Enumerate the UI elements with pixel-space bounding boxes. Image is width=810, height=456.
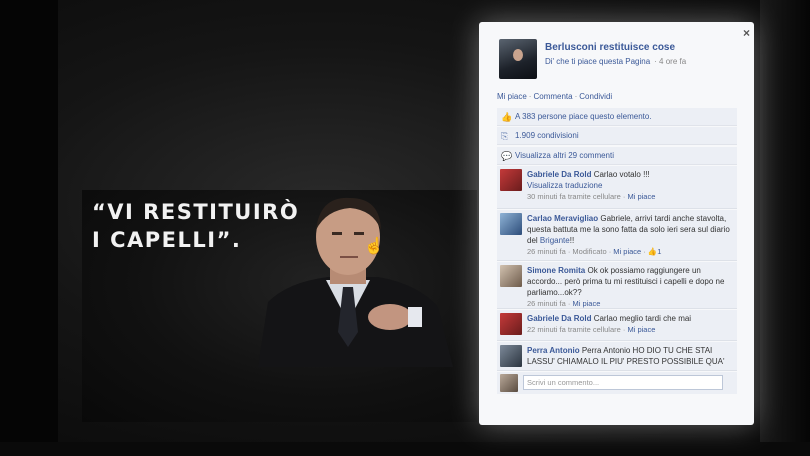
like-action[interactable]: Mi piace: [497, 92, 527, 101]
monitor-bezel-right: [760, 0, 810, 456]
commenter-avatar[interactable]: [500, 265, 522, 287]
shares-text: 1.909 condivisioni: [515, 131, 579, 140]
comment-text-end: !!: [569, 236, 575, 245]
comment-like-count-value: 1: [657, 247, 662, 256]
cursor-hand-icon: ☝: [364, 238, 384, 255]
post-time: · 4 ore fa: [654, 57, 687, 66]
monitor-screen: “VI RESTITUIRÒ I CAPELLI”. ☝ × Berluscon…: [0, 0, 810, 456]
comment-time: 26 minuti fa · Modificato ·: [527, 247, 612, 256]
more-comments-text: Visualizza altri 29 commenti: [515, 151, 615, 160]
mention-link[interactable]: Brigante: [540, 236, 570, 245]
like-page-link[interactable]: Di' che ti piace questa Pagina: [545, 57, 650, 66]
comment-time: 30 minuti fa tramite cellulare: [527, 192, 621, 201]
write-comment-row: Scrivi un commento...: [497, 372, 737, 394]
comment-like-count[interactable]: 👍1: [648, 247, 662, 256]
likes-summary[interactable]: 👍 A 383 persone piace questo elemento.: [497, 108, 737, 126]
comment-body: Carlao Meravigliao Gabriele, arrivi tard…: [527, 213, 732, 257]
comment-meta: 26 minuti fa · Mi piace: [527, 299, 600, 308]
commenter-avatar[interactable]: [500, 313, 522, 335]
more-comments-link[interactable]: 💬 Visualizza altri 29 commenti: [497, 147, 737, 165]
comment-meta: 26 minuti fa · Modificato · Mi piace · 👍…: [527, 247, 662, 256]
comment-time: 26 minuti fa ·: [527, 299, 571, 308]
monitor-bezel-bottom: [0, 442, 810, 456]
comment-text: Carlao meglio tardi che mai: [593, 314, 692, 323]
comment-body: Simone Romita Ok ok possiamo raggiungere…: [527, 265, 732, 309]
comment-item: Simone Romita Ok ok possiamo raggiungere…: [497, 262, 737, 309]
comment-like-link[interactable]: Mi piace: [627, 192, 655, 201]
comment-body: Gabriele Da Rold Carlao votalo !!! Visua…: [527, 169, 732, 202]
monitor-bezel-left: [0, 0, 58, 456]
comment-meta: 22 minuti fa tramite cellulare · Mi piac…: [527, 325, 655, 334]
comment-item: Gabriele Da Rold Carlao meglio tardi che…: [497, 310, 737, 341]
comment-icon: 💬: [501, 151, 513, 161]
comment-like-link[interactable]: Mi piace: [627, 325, 655, 334]
comment-text: Carlao votalo !!!: [593, 170, 650, 179]
comment-meta: 30 minuti fa tramite cellulare · Mi piac…: [527, 192, 656, 201]
comment-time: 22 minuti fa tramite cellulare ·: [527, 325, 626, 334]
commenter-avatar[interactable]: [500, 169, 522, 191]
like-page-row: Di' che ti piace questa Pagina · 4 ore fa: [545, 57, 686, 66]
comment-item: Perra Antonio Perra Antonio HO DIO TU CH…: [497, 342, 737, 371]
commenter-name[interactable]: Carlao Meravigliao: [527, 214, 598, 223]
comment-body: Gabriele Da Rold Carlao meglio tardi che…: [527, 313, 732, 335]
commenter-name[interactable]: Gabriele Da Rold: [527, 170, 591, 179]
likes-text: A 383 persone piace questo elemento.: [515, 112, 652, 121]
post-actions: Mi piace · Commenta · Condividi: [497, 92, 613, 101]
commenter-name[interactable]: Perra Antonio: [527, 346, 580, 355]
thumbs-up-icon: 👍: [501, 112, 513, 122]
share-icon: ⎘: [501, 131, 509, 141]
comment-like-link[interactable]: Mi piace: [613, 247, 641, 256]
page-header: Berlusconi restituisce cose Di' che ti p…: [499, 39, 739, 83]
thumbs-up-icon: 👍: [647, 247, 658, 256]
close-icon[interactable]: ×: [743, 26, 750, 40]
translate-link[interactable]: Visualizza traduzione: [527, 181, 602, 190]
share-action[interactable]: Condividi: [579, 92, 612, 101]
comment-body: Perra Antonio Perra Antonio HO DIO TU CH…: [527, 345, 732, 367]
facebook-post-popup: × Berlusconi restituisce cose Di' che ti…: [479, 22, 754, 425]
comment-item: Carlao Meravigliao Gabriele, arrivi tard…: [497, 210, 737, 261]
comment-action[interactable]: Commenta: [533, 92, 572, 101]
comment-item: Gabriele Da Rold Carlao votalo !!! Visua…: [497, 166, 737, 209]
page-avatar[interactable]: [499, 39, 537, 79]
shares-summary[interactable]: ⎘ 1.909 condivisioni: [497, 127, 737, 145]
comment-like-link[interactable]: Mi piace: [572, 299, 600, 308]
commenter-avatar[interactable]: [500, 345, 522, 367]
commenter-name[interactable]: Simone Romita: [527, 266, 585, 275]
user-avatar: [500, 374, 518, 392]
page-name-link[interactable]: Berlusconi restituisce cose: [545, 42, 675, 53]
comment-input[interactable]: Scrivi un commento...: [523, 375, 723, 390]
commenter-avatar[interactable]: [500, 213, 522, 235]
politician-figure: [258, 197, 453, 367]
commenter-name[interactable]: Gabriele Da Rold: [527, 314, 591, 323]
